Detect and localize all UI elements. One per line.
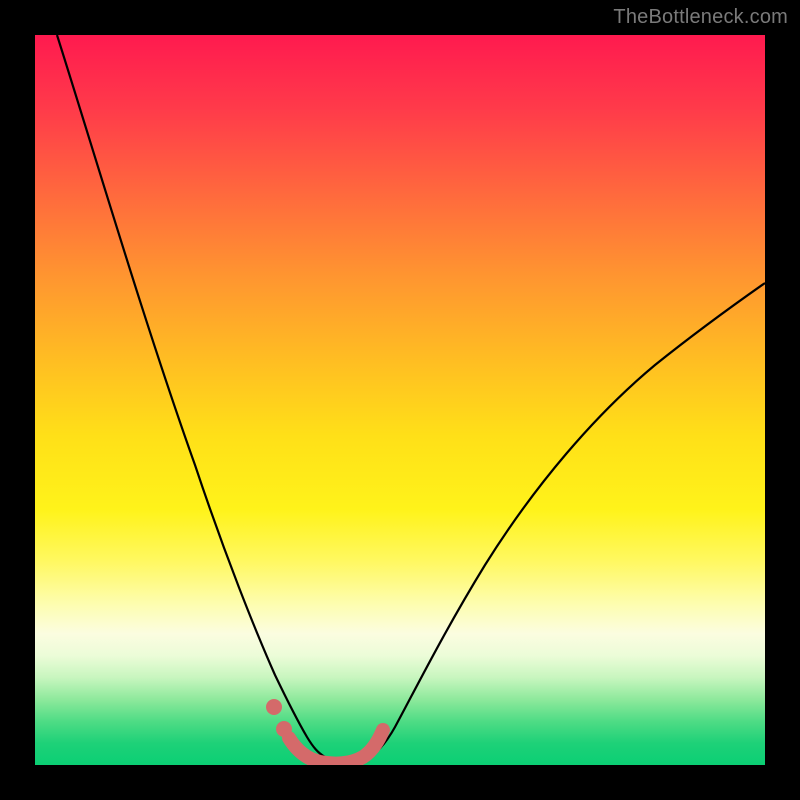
highlight-dot bbox=[276, 721, 292, 737]
chart-frame: TheBottleneck.com bbox=[0, 0, 800, 800]
plot-area bbox=[35, 35, 765, 765]
highlight-right-segment bbox=[289, 730, 383, 764]
bottleneck-curve bbox=[57, 35, 765, 761]
highlight-dot bbox=[266, 699, 282, 715]
watermark-text: TheBottleneck.com bbox=[613, 6, 788, 29]
curve-layer bbox=[35, 35, 765, 765]
